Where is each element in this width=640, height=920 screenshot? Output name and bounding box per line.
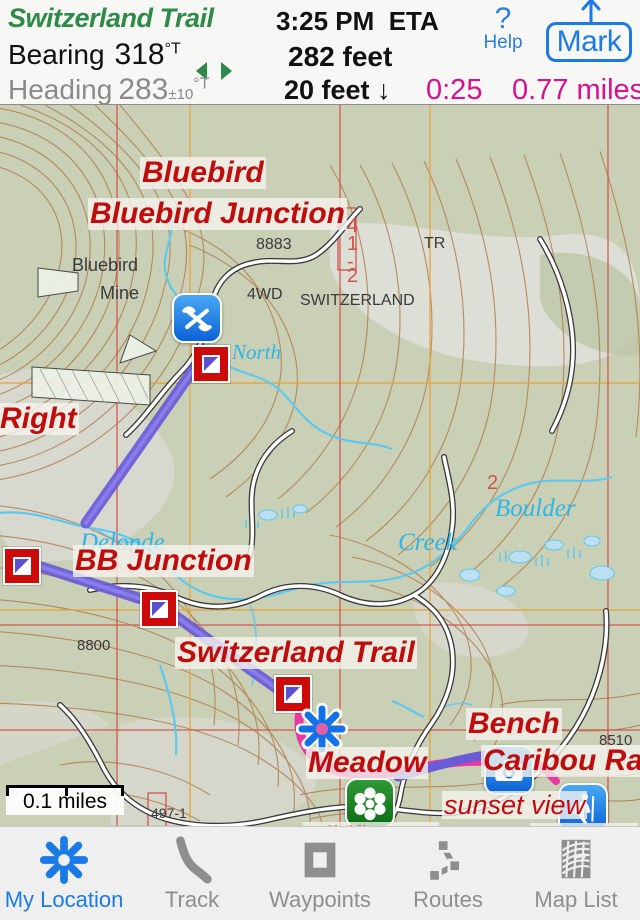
bearing-value: 318 — [114, 38, 165, 71]
distance-remaining: 0.77 miles — [512, 74, 640, 106]
time-remaining: 0:25 — [426, 74, 483, 106]
route-title: Switzerland Trail — [8, 3, 214, 33]
hydro-label-north: North — [232, 340, 282, 364]
topo-label-4wd: 4WD — [247, 286, 283, 303]
map-waypoint-label-bb-junction: BB Junction — [73, 544, 254, 577]
bluebird-junction-mine-icon[interactable] — [172, 293, 222, 343]
grid-number: 2 — [487, 472, 499, 494]
route-nodes-icon — [423, 834, 473, 886]
elevation-delta: 20 feet ↓ — [284, 75, 391, 105]
navigation-header: Switzerland Trail Bearing 318°T Heading 28… — [0, 0, 640, 107]
map-canvas[interactable]: Bluebird Mine 8883 4WD TR SWITZERLAND 8800 8510… — [0, 105, 640, 827]
grid-number: 2 — [347, 265, 359, 287]
heading-tolerance: ±10 — [168, 86, 194, 103]
toolbar-label-map-list: Map List — [534, 887, 618, 912]
toolbar-item-waypoints[interactable]: Waypoints — [256, 827, 384, 920]
bottom-toolbar[interactable]: My Location Track Waypoints Routes Map List — [0, 826, 640, 920]
track-curve-icon — [167, 834, 217, 886]
map-scale-bar: 0.1 miles — [6, 785, 124, 815]
topo-label-8883: 8883 — [256, 236, 292, 253]
mark-up-arrow-icon — [581, 0, 601, 24]
map-waypoint-label-sunset-view: sunset view — [442, 790, 588, 820]
topo-label-tr: TR — [424, 235, 446, 252]
square-waypoint-icon — [295, 834, 345, 886]
bearing-readout: Bearing 318°T — [8, 38, 181, 72]
hydro-label-creek: Creek — [398, 529, 457, 556]
bb-junction-waypoint-flag[interactable] — [140, 590, 178, 628]
help-button[interactable]: ? Help — [481, 2, 525, 53]
meadow-flower-icon[interactable] — [345, 778, 395, 827]
map-waypoint-label-meadow: Meadow — [306, 746, 429, 779]
bluebird-waypoint-flag[interactable] — [192, 345, 230, 383]
map-waypoint-label-right: Right — [0, 402, 79, 435]
map-waypoint-label-bluebird: Bluebird — [140, 156, 266, 189]
eta-label: ETA — [388, 6, 439, 36]
eta-readout: 3:25 PM ETA — [276, 6, 439, 37]
toolbar-label-my-location: My Location — [4, 887, 124, 912]
question-mark-icon: ? — [494, 2, 512, 35]
map-waypoint-label-caribou-ranch: Caribou Ranch — [481, 745, 640, 777]
toolbar-label-track: Track — [164, 887, 220, 912]
bearing-label: Bearing — [8, 39, 105, 70]
toolbar-label-routes: Routes — [413, 887, 483, 912]
toolbar-label-waypoints: Waypoints — [269, 887, 371, 912]
toolbar-item-my-location[interactable]: My Location — [0, 827, 128, 920]
right-waypoint-flag[interactable] — [3, 547, 41, 585]
asterisk-location-icon — [39, 834, 89, 886]
eta-time: 3:25 PM — [276, 6, 375, 36]
toolbar-item-routes[interactable]: Routes — [384, 827, 512, 920]
heading-value: 283 — [118, 73, 169, 106]
map-contours-icon — [551, 834, 601, 886]
topo-label-mine: Mine — [100, 283, 140, 303]
map-waypoint-label-bluebird-junction: Bluebird Junction — [88, 197, 347, 230]
help-label: Help — [483, 32, 523, 53]
heading-label: Heading — [8, 74, 113, 105]
toolbar-item-track[interactable]: Track — [128, 827, 256, 920]
map-waypoint-label-switzerland-trail: Switzerland Trail — [175, 636, 417, 669]
heading-unit: °T — [193, 75, 210, 93]
topo-label-switzerland: SWITZERLAND — [300, 292, 415, 309]
bearing-unit: °T — [164, 40, 181, 58]
topo-label-497-1: 497-1 — [151, 805, 187, 821]
app-root: Switzerland Trail Bearing 318°T Heading 28… — [0, 0, 640, 920]
topo-label-8800: 8800 — [77, 637, 111, 654]
right-arrow-icon — [221, 62, 232, 80]
topo-label-bluebird: Bluebird — [72, 255, 139, 275]
toolbar-item-map-list[interactable]: Map List — [512, 827, 640, 920]
mark-button[interactable]: Mark — [546, 22, 632, 62]
distance-to-waypoint: 282 feet — [288, 41, 393, 72]
map-waypoint-label-bench: Bench — [466, 707, 562, 740]
hydro-label-boulder: Boulder — [495, 495, 576, 522]
heading-readout: Heading 283±10°T — [8, 73, 209, 107]
